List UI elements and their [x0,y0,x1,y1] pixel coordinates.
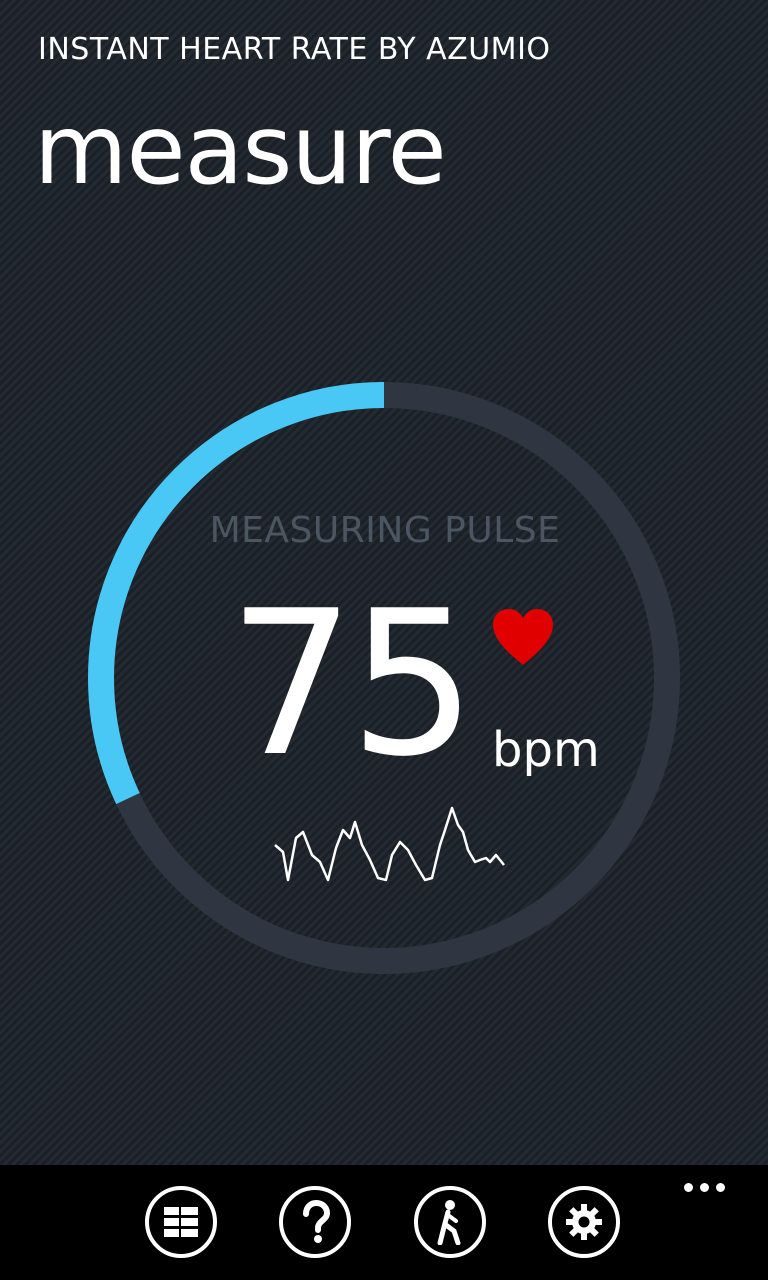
ellipsis-icon[interactable] [684,1177,732,1197]
bpm-value: 75 [228,568,476,801]
pulse-waveform [274,806,505,882]
measuring-status: MEASURING PULSE [209,510,561,551]
app-bar [0,1165,768,1280]
activity-button[interactable] [414,1186,486,1258]
list-icon [164,1207,198,1237]
bpm-unit: bpm [492,722,600,778]
question-icon [303,1200,331,1243]
settings-button[interactable] [548,1186,620,1258]
walking-person-icon [437,1200,461,1245]
history-button[interactable] [145,1186,217,1258]
help-button[interactable] [279,1186,351,1258]
heart-icon [493,609,553,665]
gear-icon [566,1204,602,1240]
